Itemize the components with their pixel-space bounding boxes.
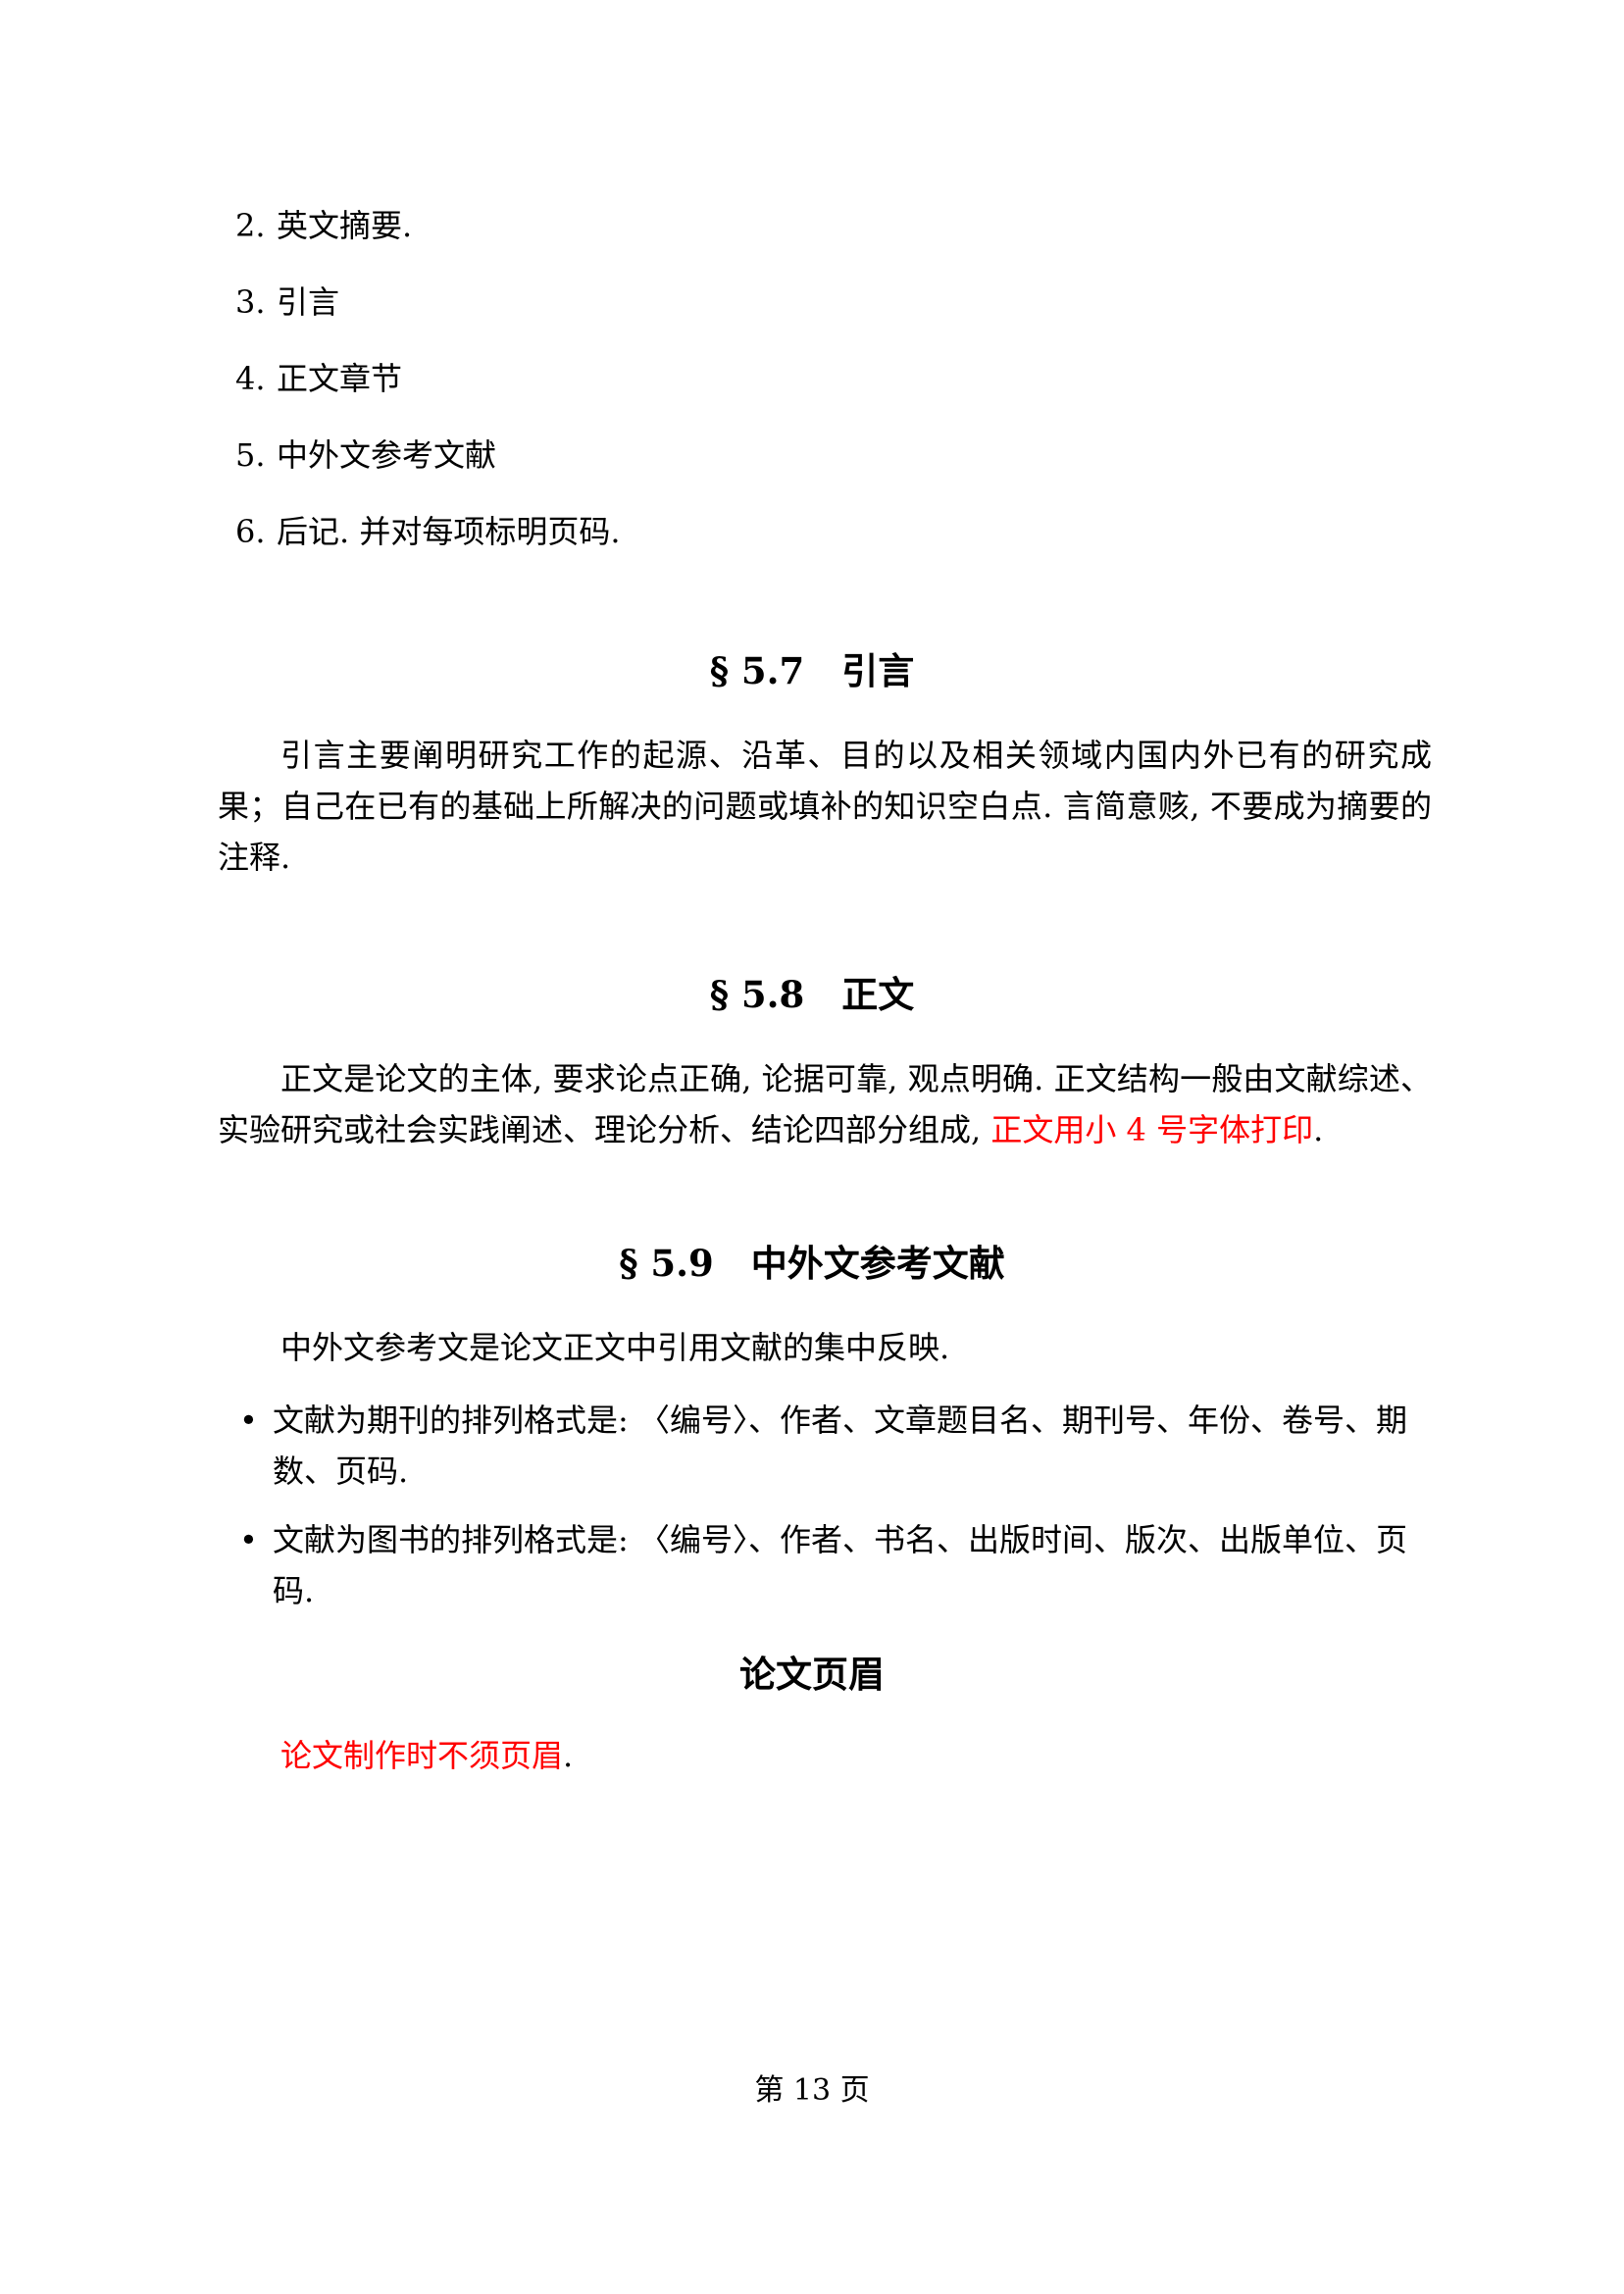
paragraph-introduction: 引言主要阐明研究工作的起源、沿革、目的以及相关领域内国内外已有的研究成果；自己在…: [218, 737, 1432, 876]
list-item-number: 5.: [235, 436, 266, 474]
list-item: 4. 正文章节: [235, 357, 402, 400]
section-title: 论文页眉: [739, 1654, 885, 1696]
bullet-text: 文献为图书的排列格式是: 〈编号〉、作者、书名、出版时间、版次、出版单位、页码.: [273, 1521, 1407, 1609]
bullet-item: • 文献为期刊的排列格式是: 〈编号〉、作者、文章题目名、期刊号、年份、卷号、期…: [239, 1395, 1432, 1497]
highlighted-requirement: 正文用小 4 号字体打印: [990, 1111, 1314, 1148]
bullet-item: • 文献为图书的排列格式是: 〈编号〉、作者、书名、出版时间、版次、出版单位、页…: [239, 1514, 1432, 1616]
paragraph-end: .: [563, 1737, 574, 1774]
section-heading-5-9: § 5.9 中外文参考文献: [0, 1240, 1624, 1288]
list-item-text: 后记. 并对每项标明页码.: [277, 513, 621, 550]
list-item-number: 4.: [235, 360, 266, 397]
list-item: 3. 引言: [235, 280, 339, 324]
section-title: 引言: [841, 650, 915, 692]
highlighted-note: 论文制作时不须页眉: [280, 1737, 564, 1774]
list-item-number: 3.: [235, 283, 266, 321]
bullet-text: 文献为期刊的排列格式是: 〈编号〉、作者、文章题目名、期刊号、年份、卷号、期数、…: [273, 1402, 1407, 1490]
list-item-text: 中外文参考文献: [277, 436, 497, 474]
section-title: 正文: [841, 974, 915, 1016]
section-number: § 5.7: [709, 649, 805, 692]
document-page: 2. 英文摘要. 3. 引言 4. 正文章节 5. 中外文参考文献 6. 后记. 并对每项…: [0, 0, 1624, 2294]
section-number: § 5.9: [619, 1242, 714, 1285]
section-number: § 5.8: [709, 973, 805, 1016]
list-item-text: 正文章节: [277, 360, 403, 397]
section-heading-5-8: § 5.8 正文: [0, 971, 1624, 1019]
section-title: 中外文参考文献: [750, 1243, 1005, 1285]
list-item: 5. 中外文参考文献: [235, 433, 496, 477]
list-item: 6. 后记. 并对每项标明页码.: [235, 510, 621, 553]
paragraph-end: .: [1313, 1111, 1324, 1148]
bullet-icon: •: [239, 1521, 258, 1558]
paragraph-references-intro: 中外文参考文是论文正文中引用文献的集中反映.: [280, 1329, 950, 1366]
list-item-text: 引言: [277, 283, 340, 321]
bullet-icon: •: [239, 1402, 258, 1439]
list-item-text: 英文摘要.: [277, 207, 413, 244]
list-item-number: 6.: [235, 513, 266, 550]
list-item: 2. 英文摘要.: [235, 204, 412, 247]
list-item-number: 2.: [235, 207, 266, 244]
section-heading-5-7: § 5.7 引言: [0, 647, 1624, 695]
section-heading-page-header: 论文页眉: [0, 1652, 1624, 1699]
paragraph-main-body: 正文是论文的主体, 要求论点正确, 论据可靠, 观点明确. 正文结构一般由文献综…: [218, 1053, 1432, 1155]
page-number: 第 13 页: [754, 2073, 870, 2108]
paragraph-header-note: 论文制作时不须页眉.: [218, 1730, 1432, 1781]
